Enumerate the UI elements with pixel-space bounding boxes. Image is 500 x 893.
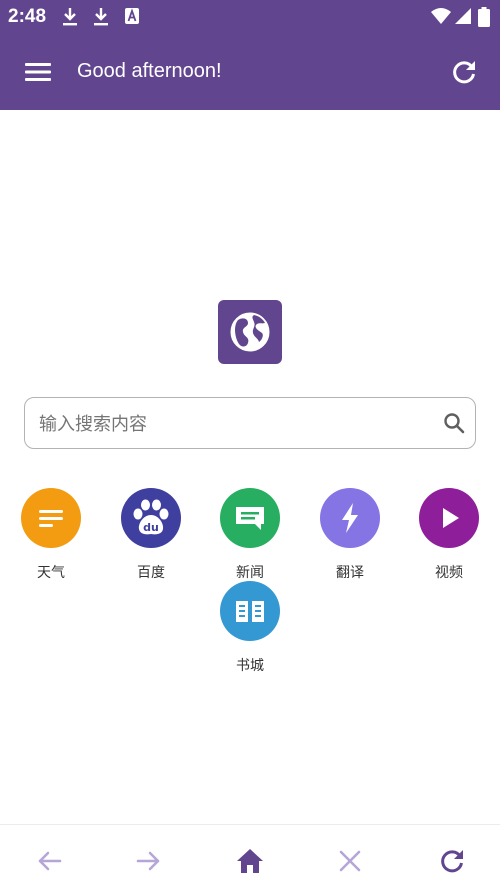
translate-a-icon (125, 8, 139, 24)
shortcut-baidu[interactable]: du 百度 (111, 488, 191, 582)
app-logo (218, 300, 282, 364)
lines-icon (39, 510, 63, 527)
search-icon[interactable] (443, 412, 465, 434)
download-icon (94, 8, 108, 26)
toolbar: Good afternoon! (0, 34, 500, 110)
arrow-left-icon[interactable] (35, 847, 63, 875)
message-icon (236, 507, 264, 530)
shortcut-label: 书城 (236, 658, 264, 674)
shortcut-icon-bg (419, 488, 479, 548)
search-box (24, 397, 476, 449)
shortcut-news[interactable]: 新闻 (210, 488, 290, 582)
shortcut-icon-bg (21, 488, 81, 548)
shortcut-label: 百度 (137, 565, 165, 581)
svg-text:du: du (143, 521, 159, 534)
status-bar: 2:48 (0, 0, 500, 34)
hamburger-menu-icon[interactable] (24, 58, 52, 86)
download-icon (63, 8, 77, 26)
shortcut-label: 天气 (37, 565, 65, 581)
battery-icon (478, 7, 490, 27)
app-header: 2:48 Good afternoon! (0, 0, 500, 110)
shortcut-icon-bg: du (121, 488, 181, 548)
signal-icon (455, 8, 471, 24)
baidu-paw-icon: du (133, 499, 169, 535)
page-title: Good afternoon! (77, 60, 222, 82)
bottom-navigation (0, 824, 500, 893)
close-icon[interactable] (336, 847, 364, 875)
shortcut-icon-bg (220, 488, 280, 548)
wifi-icon (431, 8, 451, 24)
shortcut-label: 视频 (435, 565, 463, 581)
home-icon[interactable] (236, 847, 264, 875)
shortcut-icon-bg (220, 581, 280, 641)
shortcut-icon-bg (320, 488, 380, 548)
status-time: 2:48 (8, 6, 47, 27)
refresh-icon[interactable] (438, 847, 466, 875)
shortcut-video[interactable]: 视频 (409, 488, 489, 582)
refresh-icon[interactable] (450, 58, 478, 86)
bolt-icon (342, 503, 358, 533)
play-icon (443, 508, 459, 528)
search-input[interactable] (37, 410, 431, 438)
shortcut-label: 新闻 (236, 565, 264, 581)
book-icon (236, 601, 264, 622)
shortcut-bookstore[interactable]: 书城 (210, 581, 290, 675)
shortcut-weather[interactable]: 天气 (11, 488, 91, 582)
shortcut-translate[interactable]: 翻译 (310, 488, 390, 582)
shortcut-label: 翻译 (336, 565, 364, 581)
globe-icon (229, 311, 271, 353)
arrow-right-icon[interactable] (135, 847, 163, 875)
